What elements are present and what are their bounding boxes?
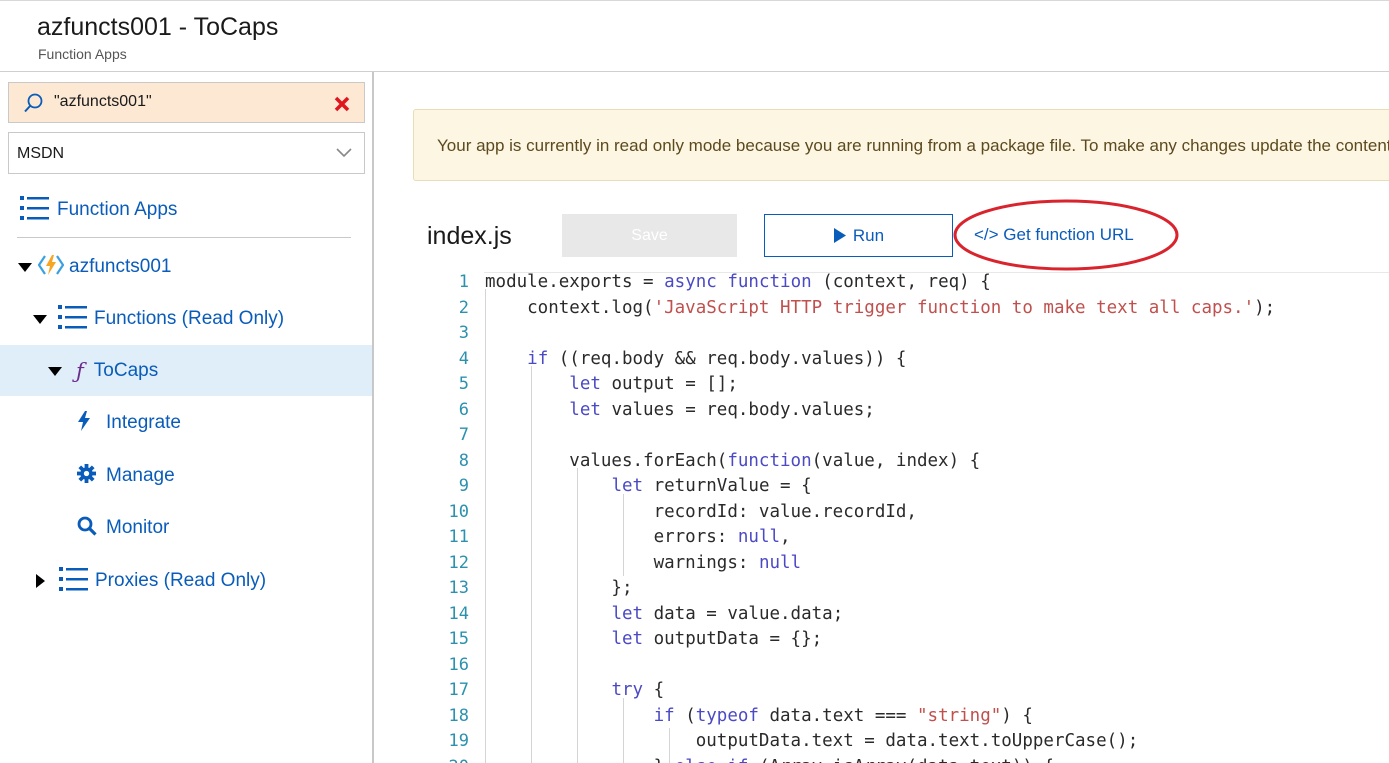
subscription-select[interactable]: MSDN — [8, 132, 365, 174]
list-icon — [59, 566, 88, 597]
search-box[interactable]: "azfuncts001" — [8, 82, 365, 123]
gear-icon — [77, 464, 96, 488]
code-line: 18 if (typeof data.text === "string") { — [376, 706, 1389, 732]
sidebar-item-label: Monitor — [106, 517, 170, 538]
line-number: 11 — [448, 527, 469, 547]
clear-search-icon[interactable] — [333, 95, 351, 118]
search-icon — [77, 516, 97, 541]
run-button[interactable]: Run — [764, 214, 953, 257]
code-line: 4 if ((req.body && req.body.values)) { — [376, 349, 1389, 375]
annotation-ellipse — [953, 199, 1179, 271]
code-line: 19 outputData.text = data.text.toUpperCa… — [376, 731, 1389, 757]
read-only-banner: Your app is currently in read only mode … — [413, 109, 1389, 181]
banner-text: Your app is currently in read only mode … — [437, 136, 1389, 155]
code-editor[interactable]: 1 module.exports = async function (contex… — [376, 270, 1389, 763]
line-number: 19 — [448, 731, 469, 751]
page-title: azfuncts001 - ToCaps — [37, 13, 279, 41]
code-line: 17 try { — [376, 680, 1389, 706]
line-number: 15 — [448, 629, 469, 649]
line-number: 14 — [448, 603, 469, 624]
line-number: 20 — [409, 757, 469, 763]
line-number: 1 — [458, 272, 469, 292]
collapse-arrow-icon[interactable] — [18, 262, 32, 272]
divider — [17, 237, 351, 238]
file-name: index.js — [427, 222, 512, 250]
run-label: Run — [852, 225, 885, 245]
sidebar-item-functions[interactable]: Functions (Read Only) — [33, 294, 284, 344]
code-line: 12 warnings: null — [376, 553, 1389, 579]
code-line: 13 }; — [376, 578, 1389, 604]
search-icon — [23, 92, 45, 119]
sidebar-item-label: ToCaps — [93, 360, 159, 381]
list-icon — [20, 195, 50, 226]
expand-arrow-icon[interactable] — [36, 574, 45, 588]
code-line: 11 errors: null, — [376, 527, 1389, 553]
code-line: 3 — [376, 323, 1389, 349]
line-number: 13 — [448, 578, 469, 598]
code-line: 10 recordId: value.recordId, — [376, 502, 1389, 528]
line-number: 8 — [458, 450, 469, 471]
sidebar-item-function-apps[interactable]: Function Apps — [20, 185, 177, 235]
lightning-icon — [77, 410, 91, 436]
code-line: 14 let data = value.data; — [376, 604, 1389, 630]
code-line: 16 — [376, 655, 1389, 681]
line-number: 5 — [458, 374, 469, 394]
function-icon: ƒ — [76, 359, 84, 383]
code-line: 1 module.exports = async function (contex… — [376, 272, 1389, 298]
sidebar-item-label: Manage — [106, 465, 175, 486]
code-line: 7 — [376, 425, 1389, 451]
subscription-value: MSDN — [17, 145, 65, 162]
code-line: 15 let outputData = {}; — [376, 629, 1389, 655]
save-button[interactable]: Save — [562, 214, 737, 257]
sidebar-item-azfuncts001[interactable]: azfuncts001 — [18, 242, 171, 292]
sidebar-item-manage[interactable]: Manage — [77, 451, 175, 501]
sidebar-item-label: Functions (Read Only) — [94, 308, 285, 329]
sidebar-item-proxies[interactable]: Proxies (Read Only) — [36, 556, 266, 606]
line-number: 16 — [448, 654, 469, 675]
line-number: 18 — [448, 705, 469, 726]
sidebar-item-monitor[interactable]: Monitor — [77, 503, 169, 553]
line-number: 7 — [458, 425, 469, 445]
line-number: 4 — [458, 348, 469, 369]
code-line: 20 } else if (Array.isArray(data.text)) … — [376, 757, 1389, 763]
chevron-down-icon — [335, 145, 353, 164]
sidebar-item-label: Integrate — [106, 412, 181, 433]
sidebar-item-integrate[interactable]: Integrate — [77, 398, 181, 448]
search-input[interactable]: "azfuncts001" — [54, 93, 152, 111]
sidebar-item-tocaps[interactable]: ƒ ToCaps — [48, 346, 158, 396]
line-number: 12 — [448, 552, 469, 573]
function-app-icon — [37, 253, 65, 282]
sidebar-item-label: azfuncts001 — [69, 256, 172, 277]
line-number: 2 — [458, 297, 469, 318]
sidebar-item-label: Function Apps — [57, 199, 178, 220]
play-icon — [833, 228, 846, 243]
collapse-arrow-icon[interactable] — [48, 366, 62, 376]
code-line: 2 context.log('JavaScript HTTP trigger f… — [376, 298, 1389, 324]
sidebar-item-label: Proxies (Read Only) — [95, 570, 267, 591]
line-number: 3 — [458, 323, 469, 343]
code-line: 8 values.forEach(function(value, index) … — [376, 451, 1389, 477]
line-number: 17 — [448, 680, 469, 700]
code-line: 5 let output = []; — [376, 374, 1389, 400]
line-number: 9 — [458, 476, 469, 496]
collapse-arrow-icon[interactable] — [33, 314, 47, 324]
code-line: 6 let values = req.body.values; — [376, 400, 1389, 426]
sidebar: "azfuncts001" MSDN Function Apps azfunct… — [0, 72, 374, 763]
page-subtitle: Function Apps — [38, 46, 127, 62]
line-number: 6 — [458, 399, 469, 420]
blade-header: azfuncts001 - ToCaps Function Apps — [0, 0, 1389, 72]
code-line: 9 let returnValue = { — [376, 476, 1389, 502]
line-number: 10 — [448, 501, 469, 522]
list-icon — [58, 304, 87, 335]
